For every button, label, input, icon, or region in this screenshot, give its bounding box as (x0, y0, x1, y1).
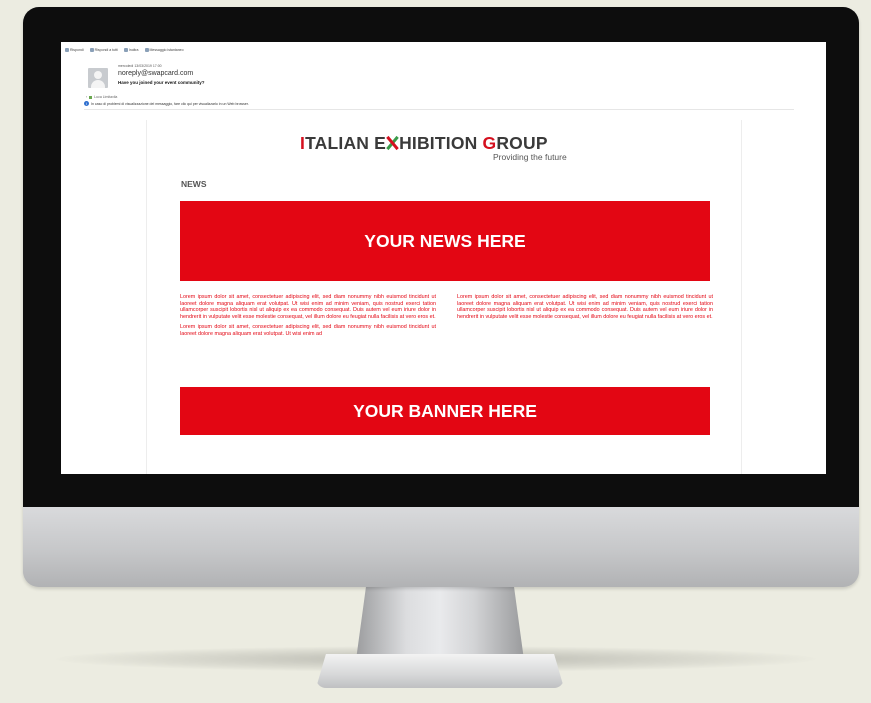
logo-x-icon (386, 135, 399, 151)
paragraph: Lorem ipsum dolor sit amet, consectetuer… (457, 294, 713, 320)
forward-label: Inoltra (128, 48, 139, 52)
recipient-name[interactable]: Luca Limitavila (94, 95, 117, 99)
paragraph: Lorem ipsum dolor sit amet, consectetuer… (180, 294, 436, 320)
brand-logo: ITALIAN E HIBITION GROUP (300, 133, 600, 154)
email-subject: Have you joined your event community? (118, 80, 205, 85)
news-placeholder[interactable]: YOUR NEWS HERE (180, 201, 710, 281)
presence-icon (89, 95, 93, 99)
logo-text-1: TALIAN E (305, 133, 387, 153)
expand-icon[interactable]: › (86, 95, 87, 99)
section-label: NEWS (181, 179, 207, 189)
monitor-stand-base (316, 654, 564, 688)
email-toolbar: Rispondi Rispondi a tutti Inoltra Messag… (65, 48, 184, 52)
logo-text-3: ROUP (496, 133, 548, 153)
email-date: mercoledì 13/03/2019 17:00 (118, 64, 162, 68)
logo-text-2: HIBITION (399, 133, 483, 153)
scene: Rispondi Rispondi a tutti Inoltra Messag… (0, 0, 871, 703)
reply-all-button[interactable]: Rispondi a tutti (89, 48, 118, 52)
email-header: mercoledì 13/03/2019 17:00 noreply@swapc… (118, 64, 205, 85)
info-icon: i (84, 101, 89, 106)
instant-message-button[interactable]: Messaggio istantaneo (144, 48, 184, 52)
chat-icon (144, 48, 149, 52)
banner-placeholder[interactable]: YOUR BANNER HERE (180, 387, 710, 435)
header-divider (84, 109, 794, 110)
monitor-stand (356, 586, 524, 660)
email-recipient: › Luca Limitavila (86, 95, 117, 99)
reply-button[interactable]: Rispondi (65, 48, 84, 52)
newsletter-body: ITALIAN E HIBITION GROUP Providing the fu… (146, 120, 742, 474)
reply-all-label: Rispondi a tutti (94, 48, 118, 52)
forward-icon (123, 48, 128, 52)
reply-label: Rispondi (70, 48, 84, 52)
forward-button[interactable]: Inoltra (123, 48, 139, 52)
screen: Rispondi Rispondi a tutti Inoltra Messag… (61, 42, 826, 474)
paragraph: Lorem ipsum dolor sit amet, consectetuer… (180, 324, 436, 337)
monitor-chin (23, 507, 859, 587)
reply-all-icon (89, 48, 94, 52)
reply-icon (65, 48, 69, 52)
info-bar[interactable]: i In caso di problemi di visualizzazione… (84, 101, 249, 106)
info-bar-text: In caso di problemi di visualizzazione d… (91, 101, 249, 106)
body-column-left: Lorem ipsum dolor sit amet, consectetuer… (180, 294, 436, 341)
logo-letter-g: G (482, 133, 497, 153)
email-sender[interactable]: noreply@swapcard.com (118, 70, 205, 77)
instant-message-label: Messaggio istantaneo (149, 48, 184, 52)
body-column-right: Lorem ipsum dolor sit amet, consectetuer… (457, 294, 713, 324)
sender-avatar (88, 68, 108, 88)
brand-tagline: Providing the future (493, 152, 567, 162)
